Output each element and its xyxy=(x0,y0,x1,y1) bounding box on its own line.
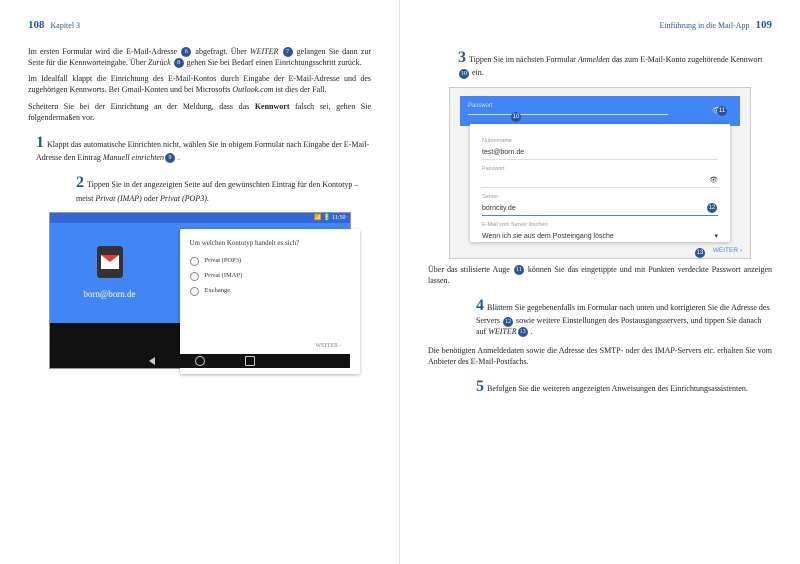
screenshot-login-form: Passwort 10 👁 11 Nutzername test@born.de… xyxy=(449,87,751,259)
step-number-1: 1 xyxy=(36,134,44,151)
paragraph: Die benötigten Anmeldedaten sowie die Ad… xyxy=(428,346,772,368)
step-4: 4Blättern Sie gegebenenfalls im Formular… xyxy=(476,295,772,338)
step-number-3: 3 xyxy=(458,49,466,66)
account-type-card: Um welchen Kontotyp handelt es sich? Pri… xyxy=(180,229,360,374)
callout-10: 10 xyxy=(459,69,469,79)
chevron-down-icon: ▾ xyxy=(714,232,718,241)
status-bar: 📶 🔋 11:50 xyxy=(50,213,350,223)
radio-pop3[interactable]: Privat (POP3) xyxy=(190,257,350,266)
paragraph: Scheitern Sie bei der Einrichtung an der… xyxy=(28,102,371,124)
step-3: 3Tippen Sie im nächsten Formular Anmelde… xyxy=(458,47,772,79)
callout-12-marker: 12 xyxy=(707,203,717,213)
password-field[interactable]: 👁 xyxy=(482,174,718,188)
eye-icon[interactable]: 👁 xyxy=(709,176,718,185)
callout-9: 9 xyxy=(165,153,175,163)
page-109: Einführung in die Mail-App 109 3Tippen S… xyxy=(400,0,800,564)
login-card: Nutzername test@born.de Passwort 👁 Serve… xyxy=(470,124,730,242)
page-number: 109 xyxy=(756,18,773,33)
step-number-4: 4 xyxy=(476,297,484,314)
callout-13: 13 xyxy=(518,327,528,337)
email-address-display: born@born.de xyxy=(83,288,135,300)
page-header: 108 Kapitel 3 xyxy=(28,18,371,33)
gmail-icon xyxy=(97,246,123,278)
home-icon[interactable] xyxy=(195,356,205,366)
delete-label: E-Mail vom Server löschen xyxy=(482,222,718,229)
delete-select[interactable]: Wenn ich sie aus dem Posteingang lösche▾ xyxy=(482,230,718,244)
page-number: 108 xyxy=(28,18,45,33)
radio-exchange[interactable]: Exchange xyxy=(190,287,350,296)
callout-6: 6 xyxy=(181,47,191,57)
screenshot-header-band xyxy=(460,96,740,126)
paragraph: Im ersten Formular wird die E-Mail-Adres… xyxy=(28,47,371,69)
step-5: 5Befolgen Sie die weiteren angezeigten A… xyxy=(476,376,772,398)
back-icon[interactable] xyxy=(145,357,155,365)
page-108: 108 Kapitel 3 Im ersten Formular wird di… xyxy=(0,0,400,564)
step-2: 2Tippen Sie in der angezeigten Seite auf… xyxy=(76,172,371,204)
radio-icon xyxy=(190,257,199,266)
callout-13-marker: 13 xyxy=(695,248,705,258)
step-1: 1Klappt das automatische Einrichten nich… xyxy=(36,132,371,164)
password-label: Passwort xyxy=(482,166,718,173)
callout-8: 8 xyxy=(174,58,184,68)
bg-password-line xyxy=(468,114,668,115)
screenshot-account-type: 📶 🔋 11:50 born@born.de Um welchen Kontot… xyxy=(49,212,351,369)
server-field[interactable]: borncity.de12 xyxy=(482,201,718,216)
chapter-label: Einführung in die Mail-App xyxy=(660,21,750,32)
screenshot-sidebar: born@born.de xyxy=(50,223,170,323)
callout-12: 12 xyxy=(503,317,513,327)
chapter-label: Kapitel 3 xyxy=(51,21,81,32)
android-nav-bar xyxy=(50,354,350,368)
weiter-button[interactable]: WEITER › xyxy=(713,247,742,256)
callout-7: 7 xyxy=(283,47,293,57)
bg-password-label: Passwort xyxy=(468,102,493,110)
weiter-button[interactable]: WEITER › xyxy=(315,342,341,350)
username-label: Nutzername xyxy=(482,138,718,145)
recents-icon[interactable] xyxy=(245,356,255,366)
card-question: Um welchen Kontotyp handelt es sich? xyxy=(190,239,350,248)
paragraph: Im Idealfall klappt die Einrichtung des … xyxy=(28,74,371,96)
radio-icon xyxy=(190,287,199,296)
step-number-5: 5 xyxy=(476,378,484,395)
server-label: Server xyxy=(482,194,718,201)
screenshot-body: born@born.de Um welchen Kontotyp handelt… xyxy=(50,223,350,323)
step-number-2: 2 xyxy=(76,174,84,191)
paragraph: Über das stilisierte Auge 11 können Sie … xyxy=(428,265,772,287)
page-header: Einführung in die Mail-App 109 xyxy=(428,18,772,33)
username-field[interactable]: test@born.de xyxy=(482,146,718,160)
radio-icon xyxy=(190,272,199,281)
radio-imap[interactable]: Privat (IMAP) xyxy=(190,272,350,281)
callout-11: 11 xyxy=(514,265,524,275)
